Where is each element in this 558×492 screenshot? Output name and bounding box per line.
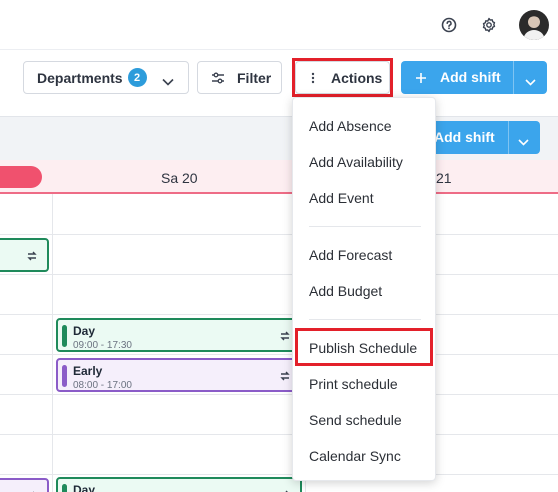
grid-row-divider xyxy=(0,394,558,395)
menu-item-add-availability[interactable]: Add Availability xyxy=(309,154,403,170)
grid-column-divider xyxy=(52,194,53,492)
repeat-icon xyxy=(280,331,290,341)
shift-name: Day xyxy=(73,483,96,492)
grid-row-divider xyxy=(0,234,558,235)
repeat-icon xyxy=(27,251,37,261)
calendar-add-shift-label: Add shift xyxy=(434,129,495,145)
shift-card-day[interactable]: Day xyxy=(56,477,302,492)
shift-color-bar xyxy=(62,325,67,347)
departments-label: Departments xyxy=(37,69,123,86)
filter-button[interactable]: Filter xyxy=(197,61,282,94)
plus-icon xyxy=(415,71,427,87)
day-header-row xyxy=(0,160,558,194)
menu-divider xyxy=(309,226,421,227)
shift-card-day[interactable]: Day 09:00 - 17:30 xyxy=(56,318,302,352)
help-icon[interactable] xyxy=(437,13,461,37)
today-marker xyxy=(0,166,42,188)
shift-color-bar xyxy=(62,484,67,492)
menu-item-print-schedule[interactable]: Print schedule xyxy=(309,376,398,392)
actions-label: Actions xyxy=(331,69,383,86)
filter-label: Filter xyxy=(237,69,272,86)
grid-row-divider xyxy=(0,474,558,475)
grid-row-divider xyxy=(0,274,558,275)
shift-time: 09:00 - 17:30 xyxy=(73,340,132,351)
departments-count-badge: 2 xyxy=(127,68,147,87)
menu-item-add-absence[interactable]: Add Absence xyxy=(309,118,392,134)
toolbar: Departments 2 Filter Actions Add shift xyxy=(0,50,558,116)
day-label-sa-20: Sa 20 xyxy=(161,170,198,186)
shift-time: 08:00 - 17:00 xyxy=(73,380,132,391)
chevron-down-icon[interactable] xyxy=(525,73,536,89)
button-divider xyxy=(513,61,514,94)
shift-name: Day xyxy=(73,324,96,338)
repeat-icon xyxy=(280,371,290,381)
add-shift-button[interactable]: Add shift xyxy=(401,61,547,94)
menu-item-add-forecast[interactable]: Add Forecast xyxy=(309,247,392,263)
shift-name: Early xyxy=(73,364,103,378)
menu-item-calendar-sync[interactable]: Calendar Sync xyxy=(309,448,401,464)
button-divider xyxy=(508,121,509,154)
avatar[interactable] xyxy=(519,10,549,40)
menu-item-send-schedule[interactable]: Send schedule xyxy=(309,412,402,428)
grid-row-divider xyxy=(0,354,558,355)
actions-menu: Add Absence Add Availability Add Event A… xyxy=(292,97,436,481)
grid-row-divider xyxy=(0,434,558,435)
actions-button[interactable]: Actions xyxy=(295,61,390,94)
chevron-down-icon xyxy=(162,73,174,89)
menu-item-publish-schedule[interactable]: Publish Schedule xyxy=(309,340,417,356)
settings-icon[interactable] xyxy=(477,13,501,37)
grid-row-divider xyxy=(0,314,558,315)
menu-item-add-budget[interactable]: Add Budget xyxy=(309,283,382,299)
day-label-21: 21 xyxy=(436,170,452,186)
more-vertical-icon xyxy=(311,72,315,84)
shift-card[interactable] xyxy=(0,238,49,272)
filter-icon xyxy=(211,72,225,84)
menu-divider xyxy=(309,319,421,320)
departments-dropdown[interactable]: Departments 2 xyxy=(23,61,189,94)
add-shift-label: Add shift xyxy=(440,69,501,85)
calendar-add-shift-button[interactable]: Add shift xyxy=(420,121,540,154)
repeat-icon xyxy=(285,490,288,492)
shift-color-bar xyxy=(62,365,67,387)
chevron-down-icon[interactable] xyxy=(518,133,529,149)
top-bar xyxy=(0,0,558,50)
shift-card[interactable] xyxy=(0,478,49,492)
menu-item-add-event[interactable]: Add Event xyxy=(309,190,374,206)
shift-card-early[interactable]: Early 08:00 - 17:00 xyxy=(56,358,302,392)
